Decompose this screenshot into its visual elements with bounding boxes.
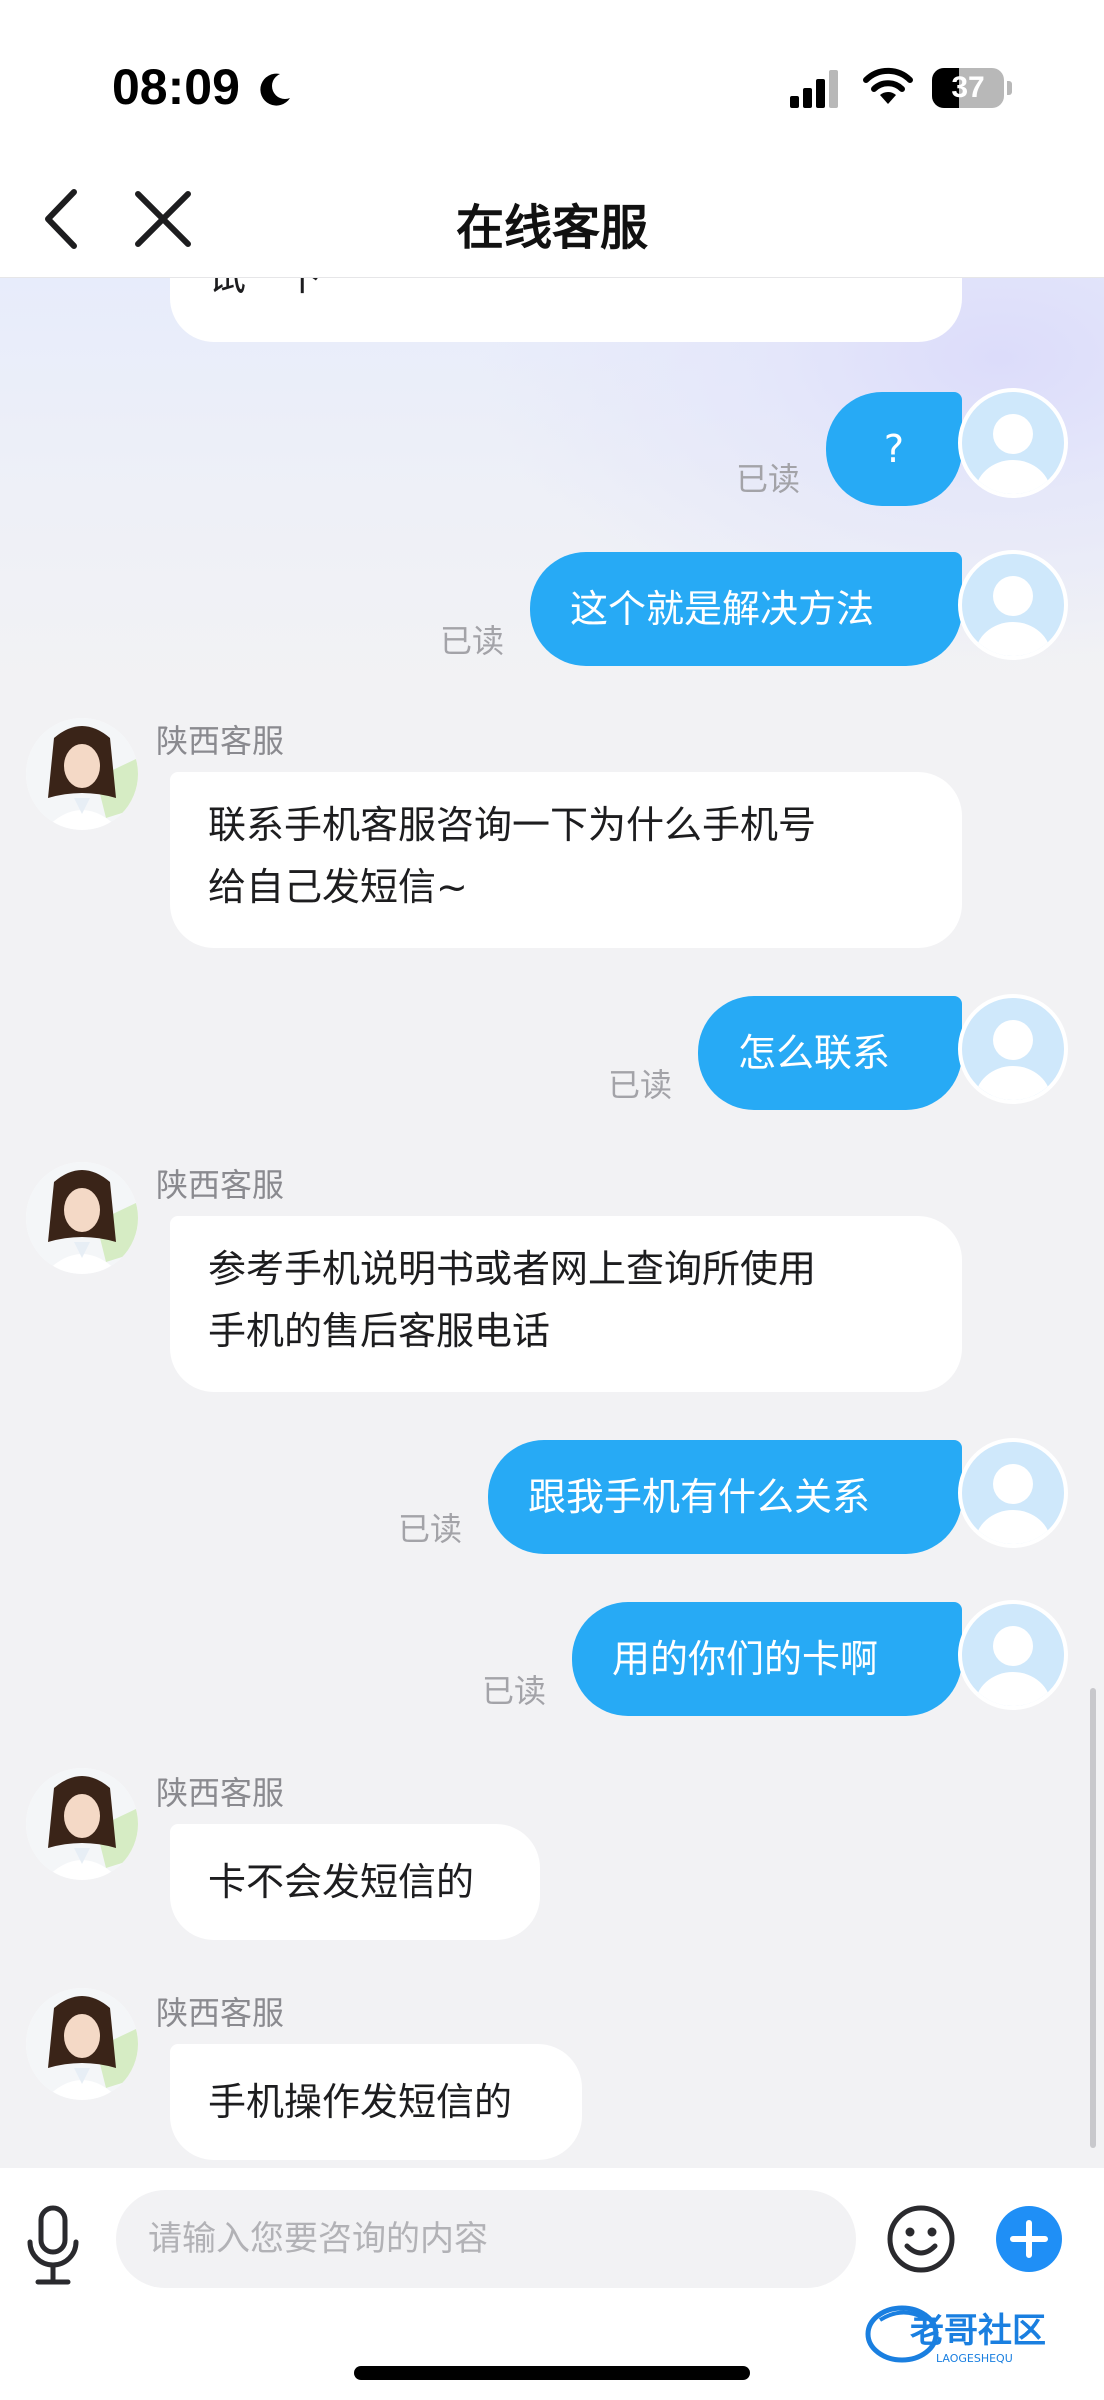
mic-icon[interactable] <box>22 2204 84 2288</box>
user-avatar-icon <box>975 1020 1051 1100</box>
user-avatar[interactable] <box>958 550 1068 660</box>
agent-message-bubble: 参考手机说明书或者网上查询所使用 手机的售后客服电话 <box>170 1216 962 1392</box>
chat-area[interactable]: 试一下 已读 ? 已读 这个就是解决方法 陕西客服 联系手机客服咨询 <box>0 278 1104 2168</box>
agent-avatar-photo <box>26 1162 138 1274</box>
message-text: 这个就是解决方法 <box>570 587 875 631</box>
scrollbar[interactable] <box>1090 1688 1096 2148</box>
wifi-icon <box>863 67 913 104</box>
user-avatar-icon <box>975 414 1051 494</box>
signal-icon <box>790 70 838 108</box>
message-text: 试一下 <box>208 278 322 299</box>
agent-message-bubble: 联系手机客服咨询一下为什么手机号 给自己发短信~ <box>170 772 962 948</box>
read-receipt: 已读 <box>736 460 801 498</box>
agent-message-bubble: 卡不会发短信的 <box>170 1824 540 1940</box>
add-attachment-button[interactable] <box>996 2206 1062 2272</box>
message-line: 联系手机客服咨询一下为什么手机号 <box>208 803 817 847</box>
battery-tip <box>1007 81 1012 95</box>
message-text: 用的你们的卡啊 <box>612 1637 879 1681</box>
user-avatar[interactable] <box>958 388 1068 498</box>
read-receipt: 已读 <box>398 1510 463 1548</box>
user-avatar[interactable] <box>958 1600 1068 1710</box>
agent-avatar-photo <box>26 1988 138 2100</box>
message-line: 给自己发短信~ <box>208 865 468 909</box>
agent-message-bubble: 手机操作发短信的 <box>170 2044 582 2160</box>
message-input[interactable] <box>116 2190 856 2288</box>
sender-name: 陕西客服 <box>156 1994 285 2032</box>
battery-level: 37 <box>951 71 985 104</box>
agent-message-bubble: 试一下 <box>170 278 962 342</box>
status-time: 08:09 <box>112 59 240 115</box>
agent-avatar[interactable] <box>26 718 138 830</box>
user-message-bubble: 怎么联系 <box>698 996 962 1110</box>
message-line: 手机的售后客服电话 <box>208 1309 551 1353</box>
user-avatar[interactable] <box>958 994 1068 1104</box>
battery-indicator: 37 <box>932 68 1004 108</box>
user-avatar-icon <box>975 1626 1051 1706</box>
nav-bar: 在线客服 <box>0 160 1104 278</box>
message-text: 手机操作发短信的 <box>208 2080 513 2124</box>
input-bar: 老哥社区 LAOGESHEQU <box>0 2168 1104 2400</box>
sender-name: 陕西客服 <box>156 1774 285 1812</box>
message-text: 怎么联系 <box>738 1031 891 1075</box>
plus-icon <box>1010 2220 1048 2258</box>
user-message-bubble: 用的你们的卡啊 <box>572 1602 962 1716</box>
user-avatar-icon <box>975 1464 1051 1544</box>
user-avatar-icon <box>975 576 1051 656</box>
agent-avatar-photo <box>26 1768 138 1880</box>
agent-avatar[interactable] <box>26 1162 138 1274</box>
watermark-text: 老哥社区 <box>910 2311 1046 2351</box>
moon-icon <box>260 73 290 106</box>
message-line: 参考手机说明书或者网上查询所使用 <box>208 1247 817 1291</box>
sender-name: 陕西客服 <box>156 1166 285 1204</box>
watermark-logo: 老哥社区 LAOGESHEQU <box>865 2305 1046 2365</box>
agent-avatar-photo <box>26 718 138 830</box>
user-message-bubble: 跟我手机有什么关系 <box>488 1440 962 1554</box>
agent-avatar[interactable] <box>26 1768 138 1880</box>
page-title: 在线客服 <box>455 200 648 256</box>
user-message-bubble: 这个就是解决方法 <box>530 552 962 666</box>
message-text: ? <box>883 427 905 471</box>
user-avatar[interactable] <box>958 1438 1068 1548</box>
emoji-icon[interactable] <box>886 2204 956 2274</box>
read-receipt: 已读 <box>440 622 505 660</box>
home-indicator <box>354 2366 750 2380</box>
message-text: 跟我手机有什么关系 <box>528 1475 871 1519</box>
watermark-subtext: LAOGESHEQU <box>936 2352 1013 2365</box>
user-message-bubble: ? <box>826 392 962 506</box>
message-text: 卡不会发短信的 <box>208 1860 475 1904</box>
read-receipt: 已读 <box>608 1066 673 1104</box>
read-receipt: 已读 <box>482 1672 547 1710</box>
agent-avatar[interactable] <box>26 1988 138 2100</box>
sender-name: 陕西客服 <box>156 722 285 760</box>
status-bar: 08:09 37 <box>0 0 1104 160</box>
